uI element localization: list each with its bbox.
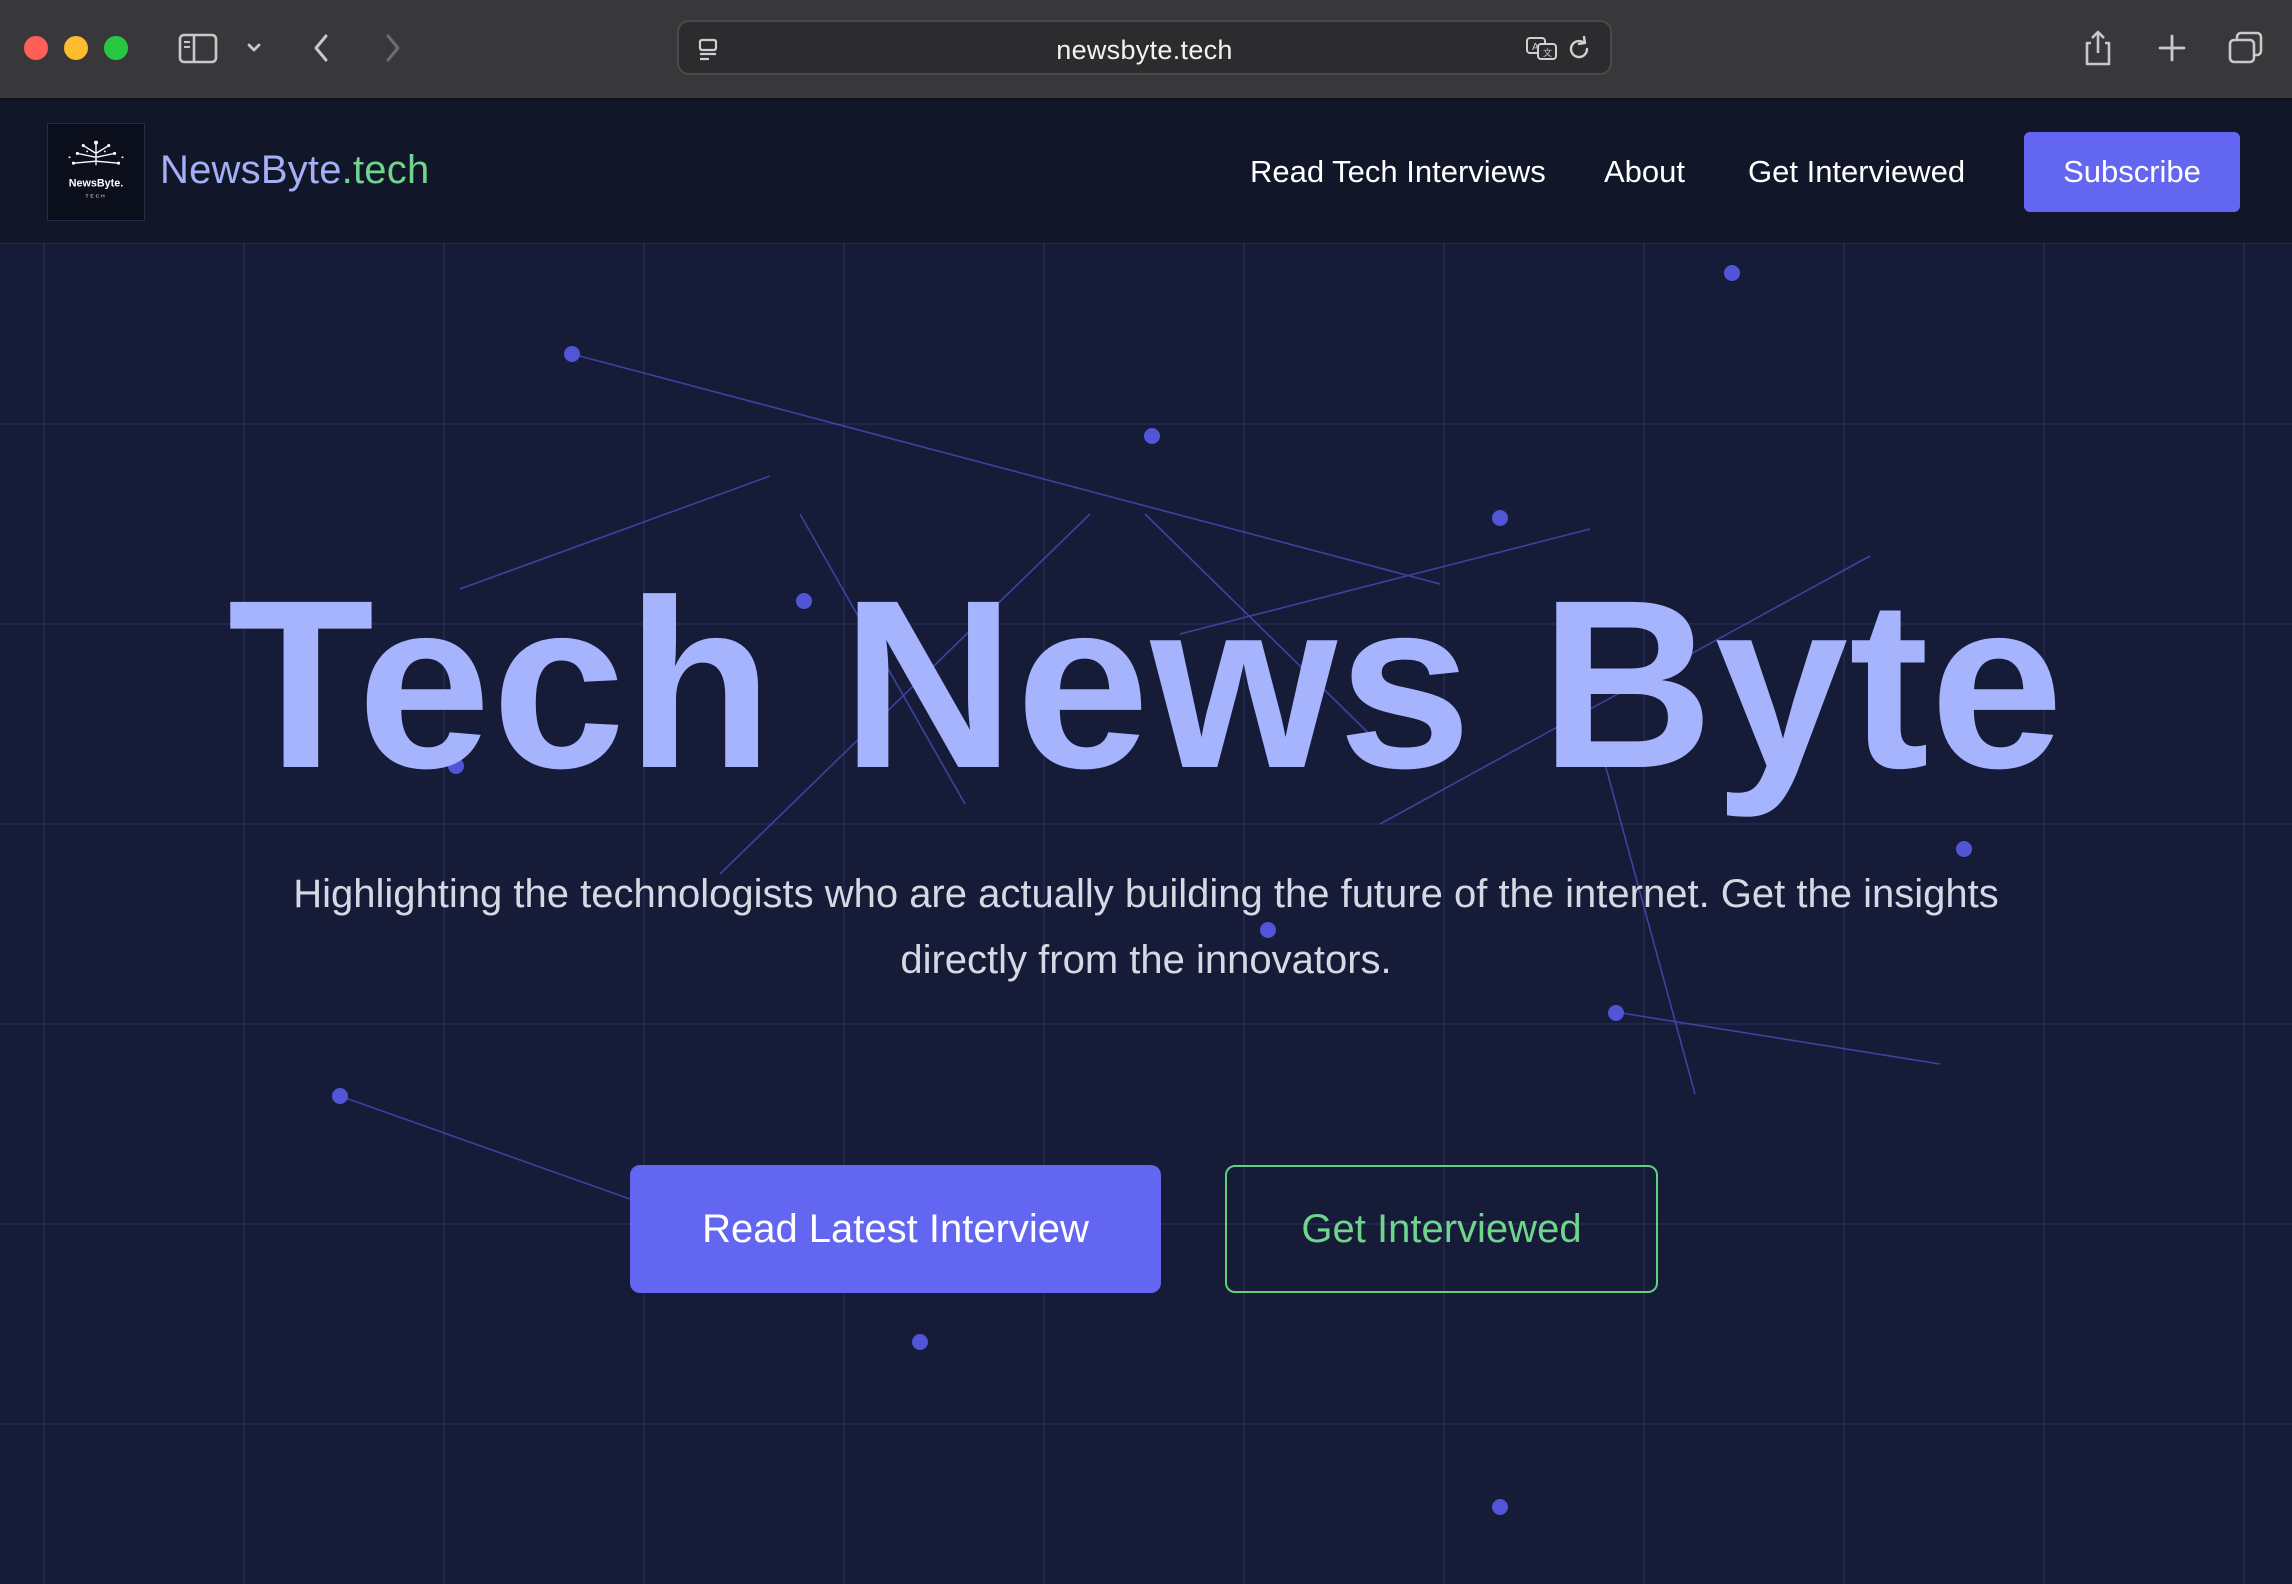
sidebar-icon[interactable] (172, 22, 224, 74)
share-icon[interactable] (2072, 22, 2124, 74)
logo-wordmark[interactable]: NewsByte.tech (160, 148, 429, 193)
logo-badge-text: NewsByte. (69, 178, 123, 190)
new-tab-icon[interactable] (2146, 22, 2198, 74)
site-header: NewsByte. TECH NewsByte.tech Read Tech I… (0, 100, 2292, 244)
logo-badge[interactable]: NewsByte. TECH (47, 123, 145, 221)
get-interviewed-button[interactable]: Get Interviewed (1225, 1165, 1658, 1293)
forward-icon[interactable] (366, 22, 418, 74)
hero-title: Tech News Byte (227, 550, 2065, 818)
nav-link-get-interviewed[interactable]: Get Interviewed (1748, 154, 1965, 190)
hero-section: Tech News Byte Highlighting the technolo… (0, 244, 2292, 1584)
svg-text:文: 文 (1543, 47, 1552, 59)
nav-link-read-tech-interviews[interactable]: Read Tech Interviews (1250, 154, 1546, 190)
tab-overview-icon[interactable] (2220, 22, 2272, 74)
read-latest-interview-button[interactable]: Read Latest Interview (630, 1165, 1161, 1293)
browser-toolbar: newsbyte.tech A文 (0, 0, 2292, 100)
reload-icon[interactable] (1561, 31, 1597, 67)
logo-name: NewsByte (160, 148, 342, 192)
url-text: newsbyte.tech (1056, 35, 1233, 65)
close-window-button[interactable] (24, 36, 48, 60)
address-bar[interactable]: newsbyte.tech A文 (677, 20, 1612, 75)
back-icon[interactable] (296, 22, 348, 74)
logo-badge-subtext: TECH (85, 193, 106, 199)
translate-icon[interactable]: A文 (1524, 31, 1560, 67)
svg-text:A: A (1532, 42, 1539, 53)
minimize-window-button[interactable] (64, 36, 88, 60)
zoom-window-button[interactable] (104, 36, 128, 60)
chevron-down-icon[interactable] (228, 22, 280, 74)
nav-link-about[interactable]: About (1604, 154, 1685, 190)
subscribe-button[interactable]: Subscribe (2024, 132, 2240, 212)
logo-tld: .tech (341, 148, 430, 192)
hero-subtitle: Highlighting the technologists who are a… (293, 872, 1999, 982)
